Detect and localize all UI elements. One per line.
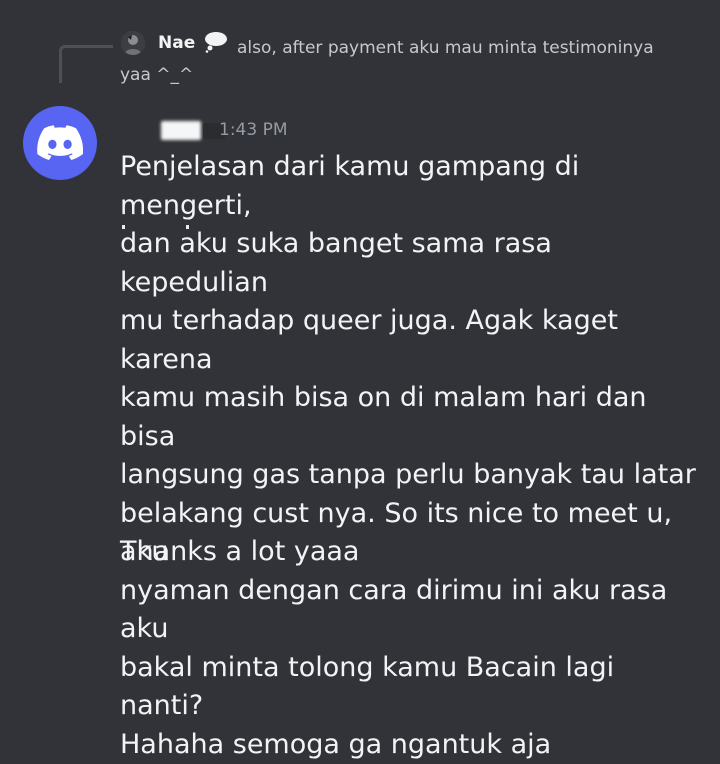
message-timestamp: 1:43 PM xyxy=(219,119,288,141)
message-line: nyaman dengan cara dirimu ini aku rasa a… xyxy=(120,572,705,649)
reply-preview-text[interactable]: also, after payment aku mau minta testim… xyxy=(237,32,707,64)
message-line: mu terhadap queer juga. Agak kaget karen… xyxy=(120,302,705,379)
reply-avatar[interactable] xyxy=(121,31,145,55)
username-redaction-blur xyxy=(161,121,201,140)
message-line: langsung gas tanpa perlu banyak tau lata… xyxy=(120,456,705,495)
reply-connector xyxy=(59,45,113,83)
message-line: kamu masih bisa on di malam hari dan bis… xyxy=(120,379,705,456)
message-line: Penjelasan dari kamu gampang di mengerti… xyxy=(120,148,705,225)
discord-logo-icon xyxy=(37,125,83,161)
message-body: Penjelasan dari kamu gampang di mengerti… xyxy=(120,148,705,764)
message-line: bakal minta tolong kamu Bacain lagi nant… xyxy=(120,649,705,726)
message-line: Hahaha semoga ga ngantuk aja xyxy=(120,726,705,764)
followup-message: Thanks a lot yaaa xyxy=(120,533,705,571)
reply-author-name[interactable]: Nae xyxy=(158,32,195,54)
message-line: dan aku suka banget sama rasa kepedulian xyxy=(120,225,705,302)
thought-bubble-icon xyxy=(203,31,229,53)
author-avatar[interactable] xyxy=(23,106,97,180)
user-avatar-icon xyxy=(121,31,145,55)
reply-preview-text-continued[interactable]: yaa ^_^ xyxy=(120,64,193,86)
